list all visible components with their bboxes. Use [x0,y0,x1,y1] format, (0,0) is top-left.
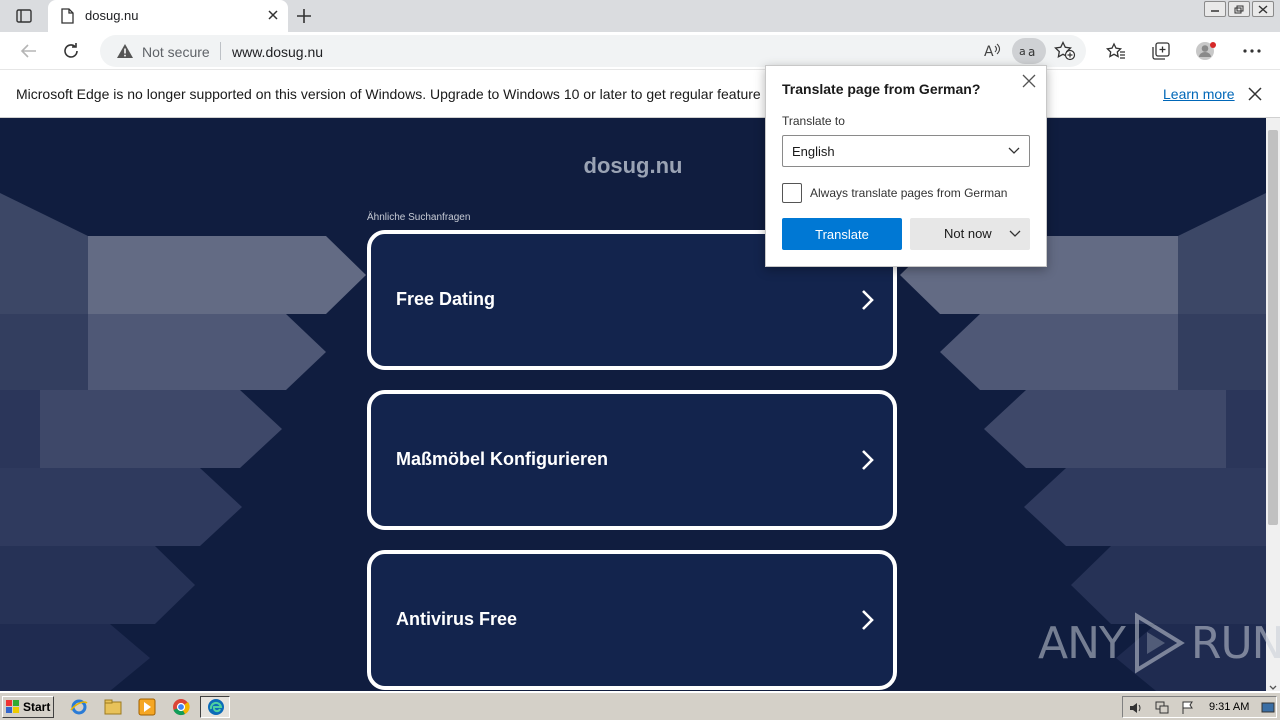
search-card-label: Free Dating [396,289,496,309]
translate-popup-title: Translate page from German? [782,81,981,97]
translate-popup: Translate page from German? Translate to… [765,65,1047,267]
favorites-icon[interactable] [1105,40,1127,62]
translate-to-label: Translate to [782,114,845,128]
browser-tab[interactable]: dosug.nu [48,0,288,32]
always-translate-checkbox[interactable] [782,183,802,203]
svg-text:a: a [1019,45,1026,58]
title-bar: dosug.nu [0,0,1280,32]
more-options-icon[interactable] [1241,40,1263,62]
language-select[interactable]: English [782,135,1030,167]
not-now-button[interactable]: Not now [910,218,1030,250]
chevron-right-icon [861,289,875,316]
windows-logo-icon [6,700,19,713]
watermark-left: ANY [1038,617,1126,669]
edge-icon [208,699,224,715]
chevron-down-icon[interactable] [1008,227,1022,246]
taskbar: Start 9:31 AM [0,692,1280,720]
infobar-message: Microsoft Edge is no longer supported on… [16,86,788,102]
chevron-right-icon [861,609,875,636]
scrollbar-thumb[interactable] [1268,130,1278,525]
refresh-icon[interactable] [60,40,82,62]
unsupported-infobar: Microsoft Edge is no longer supported on… [0,71,1280,118]
clock[interactable]: 9:31 AM [1209,701,1249,713]
close-infobar-icon[interactable] [1248,87,1262,106]
file-explorer-icon[interactable] [104,698,122,716]
volume-icon[interactable] [1129,701,1143,715]
search-card-massmoebel[interactable]: Maßmöbel Konfigurieren [367,390,897,530]
search-card-label: Maßmöbel Konfigurieren [396,449,609,469]
close-window-icon[interactable] [1252,1,1274,17]
warning-icon[interactable] [116,43,134,64]
minimize-icon[interactable] [1204,1,1226,17]
add-favorite-icon[interactable] [1054,40,1076,66]
read-aloud-icon[interactable]: A [982,41,1002,66]
close-popup-icon[interactable] [1022,74,1036,93]
address-bar[interactable]: Not secure www.dosug.nu A aa [100,35,1086,67]
translate-button[interactable]: Translate [782,218,902,250]
window-controls [1204,1,1274,17]
profile-avatar-icon[interactable] [1195,40,1217,62]
chrome-icon[interactable] [172,698,190,716]
translate-icon[interactable]: aa [1012,38,1046,64]
flag-icon[interactable] [1181,701,1195,715]
network-icon[interactable] [1155,701,1169,715]
site-title: dosug.nu [583,153,683,178]
search-card-label: Antivirus Free [396,609,518,629]
edge-taskbar-button[interactable] [200,696,230,718]
start-button[interactable]: Start [2,696,54,718]
svg-text:a: a [1028,45,1035,59]
url-text[interactable]: www.dosug.nu [232,44,323,60]
collections-icon[interactable] [1150,40,1172,62]
restore-icon[interactable] [1228,1,1250,17]
start-label: Start [23,700,51,714]
show-desktop-icon[interactable] [1261,702,1275,714]
back-icon[interactable] [18,40,40,62]
address-separator [220,42,221,60]
new-tab-icon[interactable] [294,6,316,26]
anyrun-watermark: ANY RUN [1038,612,1280,674]
system-tray: 9:31 AM [1122,696,1277,718]
search-card-antivirus[interactable]: Antivirus Free [367,550,897,690]
always-translate-label[interactable]: Always translate pages from German [810,186,1007,200]
not-now-label: Not now [944,226,992,241]
page-content: dosug.nu Ähnliche Suchanfragen Free Dati… [0,118,1266,691]
tab-title: dosug.nu [85,8,139,23]
learn-more-link[interactable]: Learn more [1163,86,1235,102]
watermark-right: RUN [1190,617,1280,669]
related-searches-label: Ähnliche Suchanfragen [367,212,471,223]
chevron-right-icon [861,449,875,476]
page-icon [60,8,74,29]
chevron-down-icon [1007,144,1021,163]
svg-text:A: A [984,44,994,60]
play-logo-icon [1134,612,1185,674]
security-label[interactable]: Not secure [142,44,210,60]
close-tab-icon[interactable] [266,8,280,27]
page-scrollbar[interactable] [1266,118,1280,691]
internet-explorer-icon[interactable] [70,698,88,716]
address-toolbar: Not secure www.dosug.nu A aa [0,32,1280,70]
selected-language: English [792,144,835,159]
media-player-icon[interactable] [138,698,156,716]
tab-actions-icon[interactable] [10,6,38,26]
